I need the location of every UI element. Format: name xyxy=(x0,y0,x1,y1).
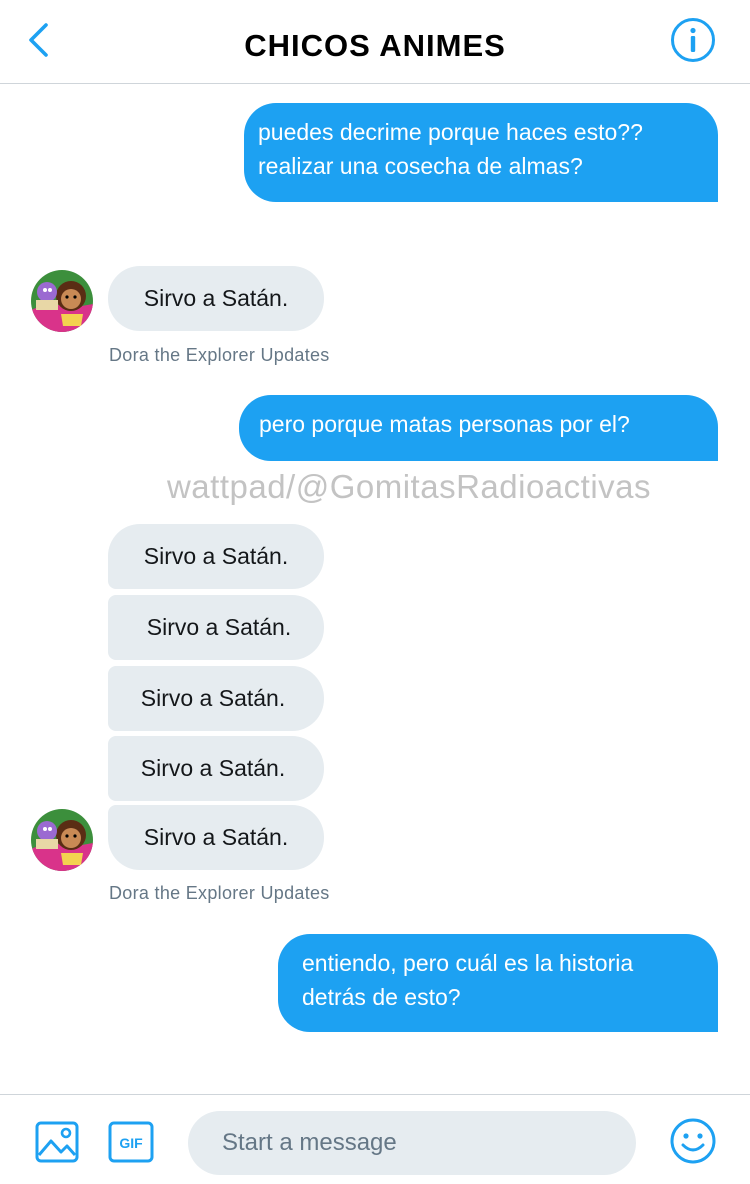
sent-message-bubble[interactable]: entiendo, pero cuál es la historia detrá… xyxy=(278,934,718,1032)
sent-message-line: puedes decrime porque haces esto?? reali… xyxy=(258,119,643,179)
received-message-text: Sirvo a Satán. xyxy=(146,614,292,640)
conversation-title: CHICOS ANIMES xyxy=(244,28,506,63)
received-message-bubble[interactable]: Sirvo a Satán. xyxy=(108,595,324,660)
sent-message-bubble[interactable]: puedes decrime porque haces esto?? reali… xyxy=(244,103,718,202)
received-message-text: Sirvo a Satán. xyxy=(140,685,286,711)
received-message-bubble[interactable]: Sirvo a Satán. xyxy=(108,805,324,870)
avatar[interactable] xyxy=(31,270,93,332)
sent-message-bubble[interactable]: pero porque matas personas por el? xyxy=(239,395,718,461)
received-message-text: Sirvo a Satán. xyxy=(143,824,289,850)
message-composer: GIF xyxy=(0,1094,750,1184)
dora-avatar-image xyxy=(31,270,93,332)
smiley-icon[interactable] xyxy=(669,1117,717,1165)
sent-message-line: entiendo, pero cuál es la historia detrá… xyxy=(302,950,634,1010)
gif-label: GIF xyxy=(119,1135,143,1151)
received-message-text: Sirvo a Satán. xyxy=(140,755,286,781)
gif-icon[interactable]: GIF xyxy=(108,1121,154,1163)
received-message-bubble[interactable]: Sirvo a Satán. xyxy=(108,266,324,331)
received-message-bubble[interactable]: Sirvo a Satán. xyxy=(108,666,324,731)
conversation-header: CHICOS ANIMES xyxy=(0,0,750,84)
sent-message-text: pero porque matas personas por el? xyxy=(259,411,630,437)
avatar[interactable] xyxy=(31,809,93,871)
sender-name: Dora the Explorer Updates xyxy=(109,883,330,903)
info-icon[interactable] xyxy=(670,17,716,63)
sender-name: Dora the Explorer Updates xyxy=(109,345,330,365)
watermark: wattpad/@GomitasRadioactivas xyxy=(166,468,652,505)
received-message-text: Sirvo a Satán. xyxy=(143,285,289,311)
image-icon[interactable] xyxy=(35,1121,79,1163)
received-message-bubble[interactable]: Sirvo a Satán. xyxy=(108,736,324,801)
message-input[interactable] xyxy=(188,1111,636,1175)
dora-avatar-image xyxy=(31,809,93,871)
received-message-bubble[interactable]: Sirvo a Satán. xyxy=(108,524,324,589)
received-message-text: Sirvo a Satán. xyxy=(143,543,289,569)
